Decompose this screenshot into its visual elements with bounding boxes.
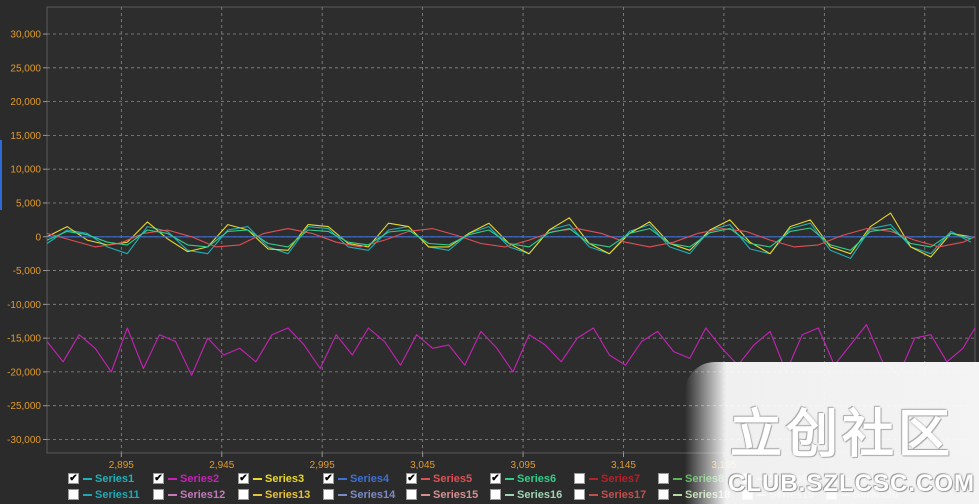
legend-swatch [421,477,430,480]
legend-item-series3[interactable]: ✔ Series3 [238,471,304,486]
y-tick-label: -15,000 [7,334,41,345]
legend-swatch [673,477,682,480]
legend-swatch [83,493,92,496]
legend-swatch [253,477,262,480]
x-tick-label: 2,995 [310,460,335,471]
legend-swatch [83,477,92,480]
legend-item-series15[interactable]: Series15 [406,487,478,502]
y-tick-label: -30,000 [7,435,41,446]
legend-label: Series7 [601,472,641,485]
y-tick-label: 20,000 [10,97,41,108]
y-tick-label: -5,000 [13,266,42,277]
legend-swatch [589,493,598,496]
y-tick-label: -20,000 [7,367,41,378]
legend-checkbox[interactable] [406,489,417,500]
legend-item-series1[interactable]: ✔ Series1 [68,471,134,486]
legend-checkbox[interactable] [153,489,164,500]
legend-item-series11[interactable]: Series11 [68,487,140,502]
legend-item-series4[interactable]: ✔ Series4 [323,471,389,486]
legend-checkbox[interactable] [490,489,501,500]
legend-swatch [168,493,177,496]
legend-swatch [505,477,514,480]
y-tick-label: 30,000 [10,30,41,41]
legend-label: Series5 [433,472,473,485]
watermark-logo-text: 立创社区 [730,406,955,464]
legend-label: Series11 [95,488,140,501]
y-tick-label: 5,000 [16,198,41,209]
legend-swatch [338,493,347,496]
legend-checkbox[interactable] [658,473,669,484]
legend-swatch [253,493,262,496]
y-tick-label: -10,000 [7,300,41,311]
legend-swatch [505,493,514,496]
left-accent-bar [0,140,2,210]
legend-item-series7[interactable]: Series7 [574,471,640,486]
legend-label: Series1 [95,472,135,485]
legend-swatch [168,477,177,480]
legend-item-series6[interactable]: ✔ Series6 [490,471,556,486]
legend-item-series16[interactable]: Series16 [490,487,562,502]
legend-checkbox[interactable] [574,473,585,484]
watermark-url-text: CLUB.SZLCSC.COM [728,470,975,497]
legend-checkbox[interactable]: ✔ [238,473,249,484]
legend-checkbox[interactable]: ✔ [153,473,164,484]
legend-label: Series15 [433,488,479,501]
y-tick-label: 25,000 [10,63,41,74]
y-tick-label: 0 [35,232,41,243]
legend-item-series2[interactable]: ✔ Series2 [153,471,219,486]
legend-swatch [589,477,598,480]
legend-checkbox[interactable]: ✔ [490,473,501,484]
x-tick-label: 3,095 [511,460,536,471]
x-tick-label: 2,945 [209,460,234,471]
legend-swatch [338,477,347,480]
y-tick-label: 15,000 [10,131,41,142]
legend-label: Series6 [517,472,557,485]
x-tick-label: 3,145 [611,460,636,471]
legend-item-series17[interactable]: Series17 [574,487,646,502]
legend-checkbox[interactable] [323,489,334,500]
legend-label: Series17 [601,488,647,501]
x-tick-label: 2,895 [109,460,134,471]
legend-label: Series12 [180,488,226,501]
legend-checkbox[interactable] [658,489,669,500]
legend-label: Series3 [265,472,305,485]
legend-label: Series4 [350,472,390,485]
legend-checkbox[interactable] [238,489,249,500]
legend-swatch [421,493,430,496]
legend-label: Series14 [350,488,396,501]
legend-label: Series16 [517,488,563,501]
legend-label: Series2 [180,472,220,485]
legend-item-series12[interactable]: Series12 [153,487,225,502]
y-tick-label: -25,000 [7,401,41,412]
y-tick-label: 10,000 [10,165,41,176]
legend-checkbox[interactable]: ✔ [323,473,334,484]
legend-item-series14[interactable]: Series14 [323,487,395,502]
legend-checkbox[interactable]: ✔ [68,473,79,484]
legend-swatch [673,493,682,496]
legend-checkbox[interactable] [68,489,79,500]
legend-label: Series13 [265,488,311,501]
legend-item-series13[interactable]: Series13 [238,487,310,502]
legend-checkbox[interactable]: ✔ [406,473,417,484]
legend-checkbox[interactable] [574,489,585,500]
x-tick-label: 3,045 [410,460,435,471]
legend-item-series5[interactable]: ✔ Series5 [406,471,472,486]
